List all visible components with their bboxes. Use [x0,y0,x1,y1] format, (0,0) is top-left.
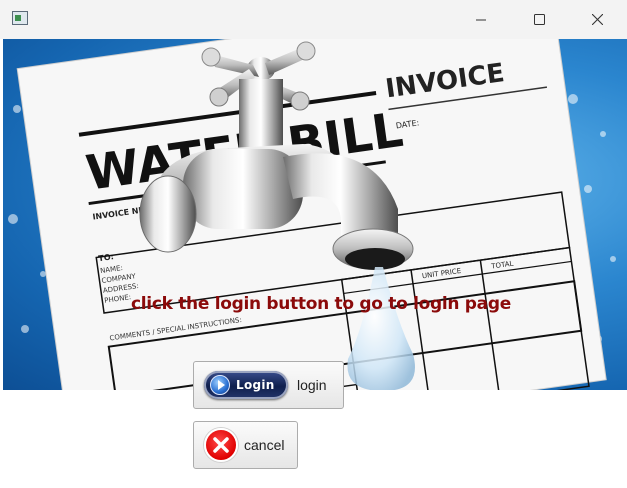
minimize-button[interactable] [458,0,504,39]
cancel-button-label: cancel [244,437,285,453]
login-play-icon [210,375,230,395]
login-button-label: login [297,377,327,393]
red-x-cancel-icon [204,428,238,462]
water-bill-illustration: WATER BILL INVOICE DATE: INVOICE NR.: TO… [8,39,616,390]
login-graphic-text: Login [236,378,275,392]
close-icon [591,14,603,25]
login-graphic: Login [204,371,288,399]
title-bar [0,0,627,39]
cancel-button[interactable]: cancel [193,421,298,469]
minimize-icon [476,19,486,20]
login-button[interactable]: Login login [193,361,344,409]
maximize-icon [533,14,545,25]
maximize-button[interactable] [516,0,562,39]
app-window-icon [12,11,28,25]
close-button[interactable] [574,0,620,39]
hero-image: WATER BILL INVOICE DATE: INVOICE NR.: TO… [3,39,627,390]
hero-caption: click the login button to go to login pa… [131,294,511,314]
